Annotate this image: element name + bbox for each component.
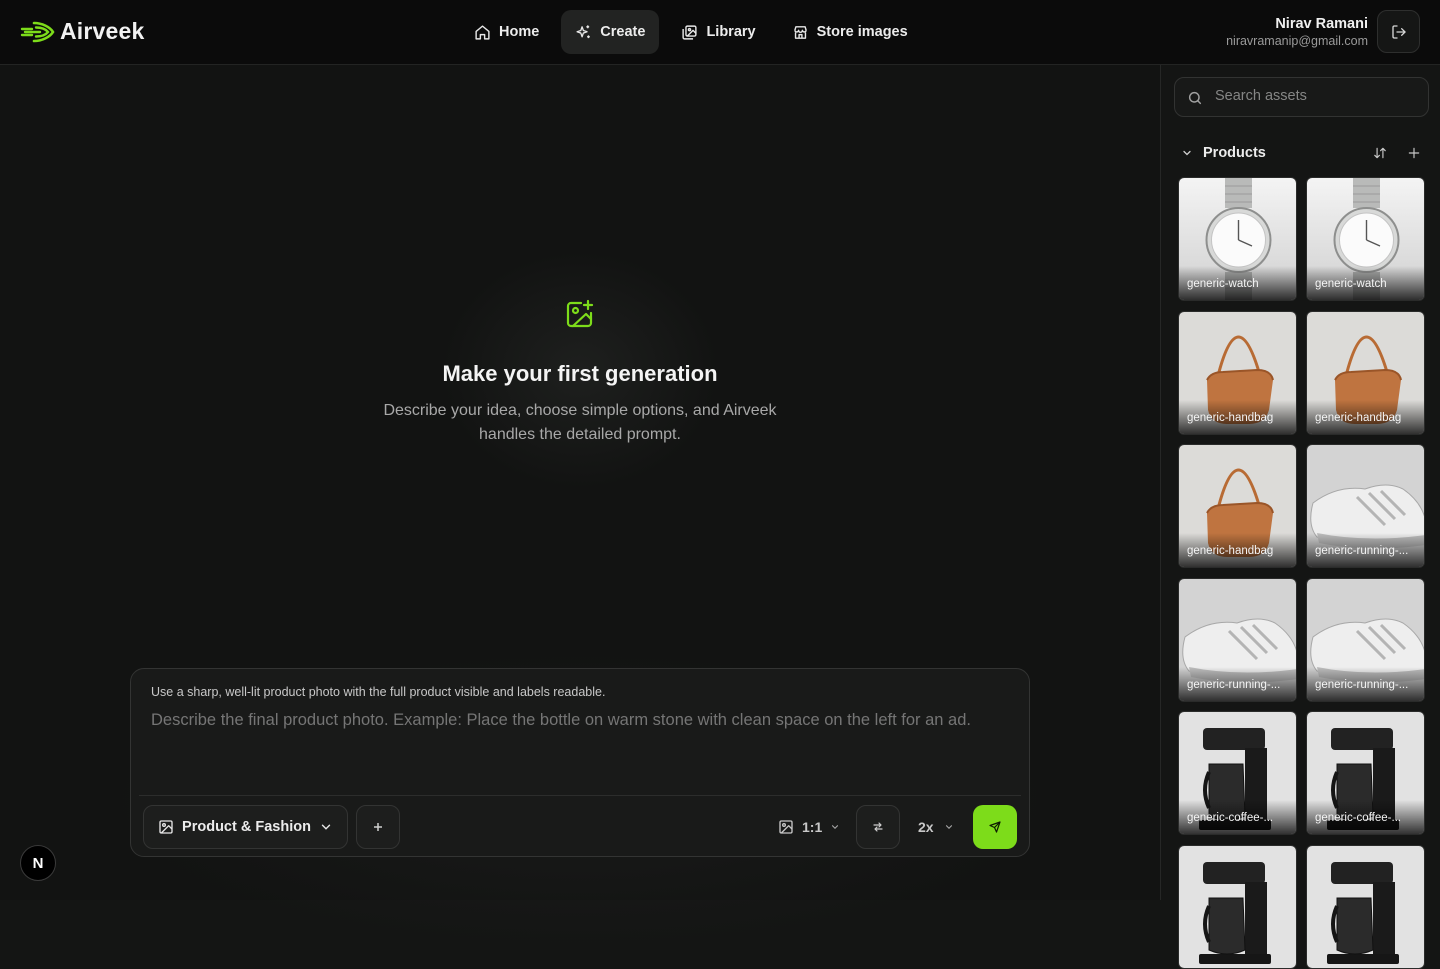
image-plus-icon: [566, 299, 594, 328]
aspect-ratio-select[interactable]: 1:1: [778, 805, 840, 849]
user-info: Nirav Ramani niravramanip@gmail.com: [1226, 15, 1368, 49]
assets-sidebar: Products generic-watch generic-watch gener…: [1160, 65, 1440, 969]
asset-label: generic-watch: [1307, 266, 1424, 300]
image-icon: [159, 820, 173, 834]
asset-tile[interactable]: generic-coffee-...: [1178, 711, 1297, 835]
nav-home[interactable]: Home: [460, 10, 553, 54]
asset-tile[interactable]: generic-handbag: [1306, 310, 1425, 435]
aspect-ratio-value: 1:1: [802, 819, 823, 835]
swap-icon: [873, 822, 883, 832]
chevron-down-icon: [945, 825, 952, 830]
asset-tile[interactable]: generic-coffee-...: [1306, 711, 1425, 835]
nav-home-label: Home: [499, 24, 540, 40]
add-reference-button[interactable]: [356, 805, 400, 849]
chevron-down-icon: [832, 825, 839, 830]
asset-tile[interactable]: generic-running-...: [1178, 577, 1297, 702]
asset-tile[interactable]: generic-watch: [1178, 177, 1297, 301]
asset-tile[interactable]: generic-running-...: [1306, 444, 1425, 568]
main-nav: Home Create Library Store images: [460, 10, 922, 54]
create-canvas: Make your first generation Describe your…: [0, 65, 1160, 950]
brand-logo[interactable]: Airveek: [20, 18, 145, 45]
brand-name: Airveek: [60, 18, 145, 44]
nav-store-images-label: Store images: [816, 24, 908, 40]
asset-tile[interactable]: [1178, 844, 1297, 969]
sort-icon[interactable]: [1373, 146, 1387, 160]
plus-icon: [374, 823, 382, 831]
speed-logo-icon: [20, 21, 55, 42]
sparkles-icon: [576, 24, 591, 38]
asset-label: generic-handbag: [1179, 533, 1296, 567]
top-bar: Airveek Home Create Library Store images…: [0, 0, 1440, 65]
logout-icon: [1391, 24, 1406, 39]
search-icon: [1188, 91, 1202, 105]
settings-toggle-button[interactable]: [856, 805, 900, 849]
scale-value: 2x: [918, 819, 934, 835]
products-section-header: Products: [1181, 143, 1421, 163]
coffee-thumbnail: [1307, 845, 1424, 968]
asset-label: generic-running-...: [1179, 666, 1296, 701]
images-icon: [682, 24, 698, 40]
nav-library[interactable]: Library: [667, 10, 769, 54]
chevron-down-icon[interactable]: [1181, 147, 1193, 159]
asset-tile[interactable]: generic-running-...: [1306, 577, 1425, 702]
asset-tile[interactable]: generic-handbag: [1178, 310, 1297, 435]
home-icon: [475, 24, 490, 40]
scale-select[interactable]: 2x: [918, 805, 954, 849]
nav-store-images[interactable]: Store images: [778, 10, 922, 54]
logout-button[interactable]: [1377, 10, 1420, 53]
asset-tile[interactable]: generic-handbag: [1178, 444, 1297, 568]
composer-divider: [139, 795, 1021, 796]
send-button[interactable]: [973, 805, 1017, 849]
asset-tile[interactable]: [1306, 844, 1425, 969]
store-icon: [793, 25, 807, 39]
dev-tools-badge[interactable]: N: [20, 845, 56, 881]
user-name: Nirav Ramani: [1275, 16, 1368, 32]
nav-library-label: Library: [706, 24, 756, 40]
prompt-input[interactable]: [151, 711, 1011, 730]
asset-tile[interactable]: generic-watch: [1306, 177, 1425, 301]
asset-label: generic-running-...: [1307, 666, 1424, 701]
category-label: Product & Fashion: [182, 819, 311, 835]
nav-create-label: Create: [600, 24, 646, 40]
asset-label: generic-coffee-...: [1307, 800, 1424, 834]
asset-label: generic-running-...: [1307, 533, 1424, 567]
coffee-thumbnail: [1179, 845, 1296, 968]
image-icon: [779, 820, 793, 834]
category-dropdown[interactable]: Product & Fashion: [143, 805, 348, 849]
user-email: niravramanip@gmail.com: [1226, 34, 1368, 48]
prompt-composer: Use a sharp, well-lit product photo with…: [130, 668, 1030, 857]
send-icon: [989, 821, 1001, 833]
asset-label: generic-handbag: [1307, 399, 1424, 434]
search-input[interactable]: [1215, 88, 1415, 104]
empty-state-title: Make your first generation: [442, 361, 718, 386]
products-section-title[interactable]: Products: [1203, 145, 1266, 161]
plus-icon[interactable]: [1407, 146, 1421, 160]
composer-hint: Use a sharp, well-lit product photo with…: [151, 685, 606, 699]
chevron-down-icon: [321, 824, 331, 830]
asset-label: generic-coffee-...: [1179, 800, 1296, 834]
asset-label: generic-watch: [1179, 266, 1296, 300]
search-box: [1174, 77, 1429, 117]
nav-create[interactable]: Create: [561, 10, 660, 54]
empty-state-subtitle: Describe your idea, choose simple option…: [383, 402, 777, 443]
asset-label: generic-handbag: [1179, 399, 1296, 434]
